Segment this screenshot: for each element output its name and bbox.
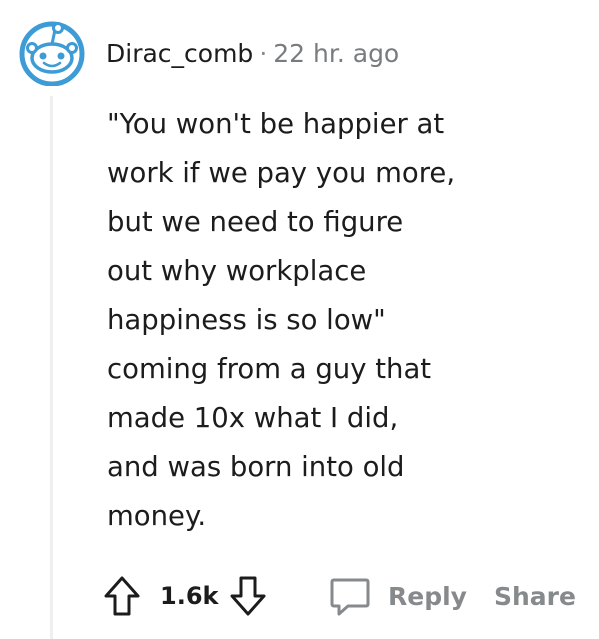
comment-meta: Dirac_comb · 22 hr. ago	[106, 36, 399, 72]
comment-body-line: but we need to figure	[107, 206, 404, 238]
snoo-avatar-icon[interactable]	[18, 18, 86, 87]
timestamp[interactable]: 22 hr. ago	[273, 39, 399, 68]
downvote-arrow-icon	[228, 574, 268, 618]
comment-body-line: out why workplace	[107, 255, 367, 287]
reply-button[interactable]: Reply	[328, 570, 467, 622]
comment-body-line: made 10x what I did,	[107, 402, 399, 434]
share-label: Share	[494, 581, 576, 611]
downvote-button[interactable]	[228, 570, 268, 622]
meta-separator: ·	[259, 39, 268, 68]
comment-body-line: coming from a guy that	[107, 353, 432, 385]
reply-label: Reply	[388, 581, 467, 611]
comment-body-line: happiness is so low"	[107, 304, 386, 336]
comment-actions: 1.6k Reply Share	[100, 570, 590, 622]
comment-body-line: and was born into old	[107, 451, 405, 483]
thread-collapse-line[interactable]	[50, 96, 53, 639]
comment: Dirac_comb · 22 hr. ago "You won't be happ…	[0, 0, 599, 639]
comment-body-line: work if we pay you more,	[107, 157, 456, 189]
comment-body: "You won't be happier at work if we pay …	[107, 100, 577, 541]
comment-body-line: money.	[107, 500, 207, 532]
upvote-button[interactable]	[102, 570, 142, 622]
author-name[interactable]: Dirac_comb	[106, 39, 253, 68]
speech-bubble-icon	[328, 574, 372, 618]
comment-body-line: "You won't be happier at	[107, 108, 445, 140]
vote-score: 1.6k	[160, 582, 219, 610]
share-button[interactable]: Share	[494, 570, 576, 622]
upvote-arrow-icon	[102, 574, 142, 618]
